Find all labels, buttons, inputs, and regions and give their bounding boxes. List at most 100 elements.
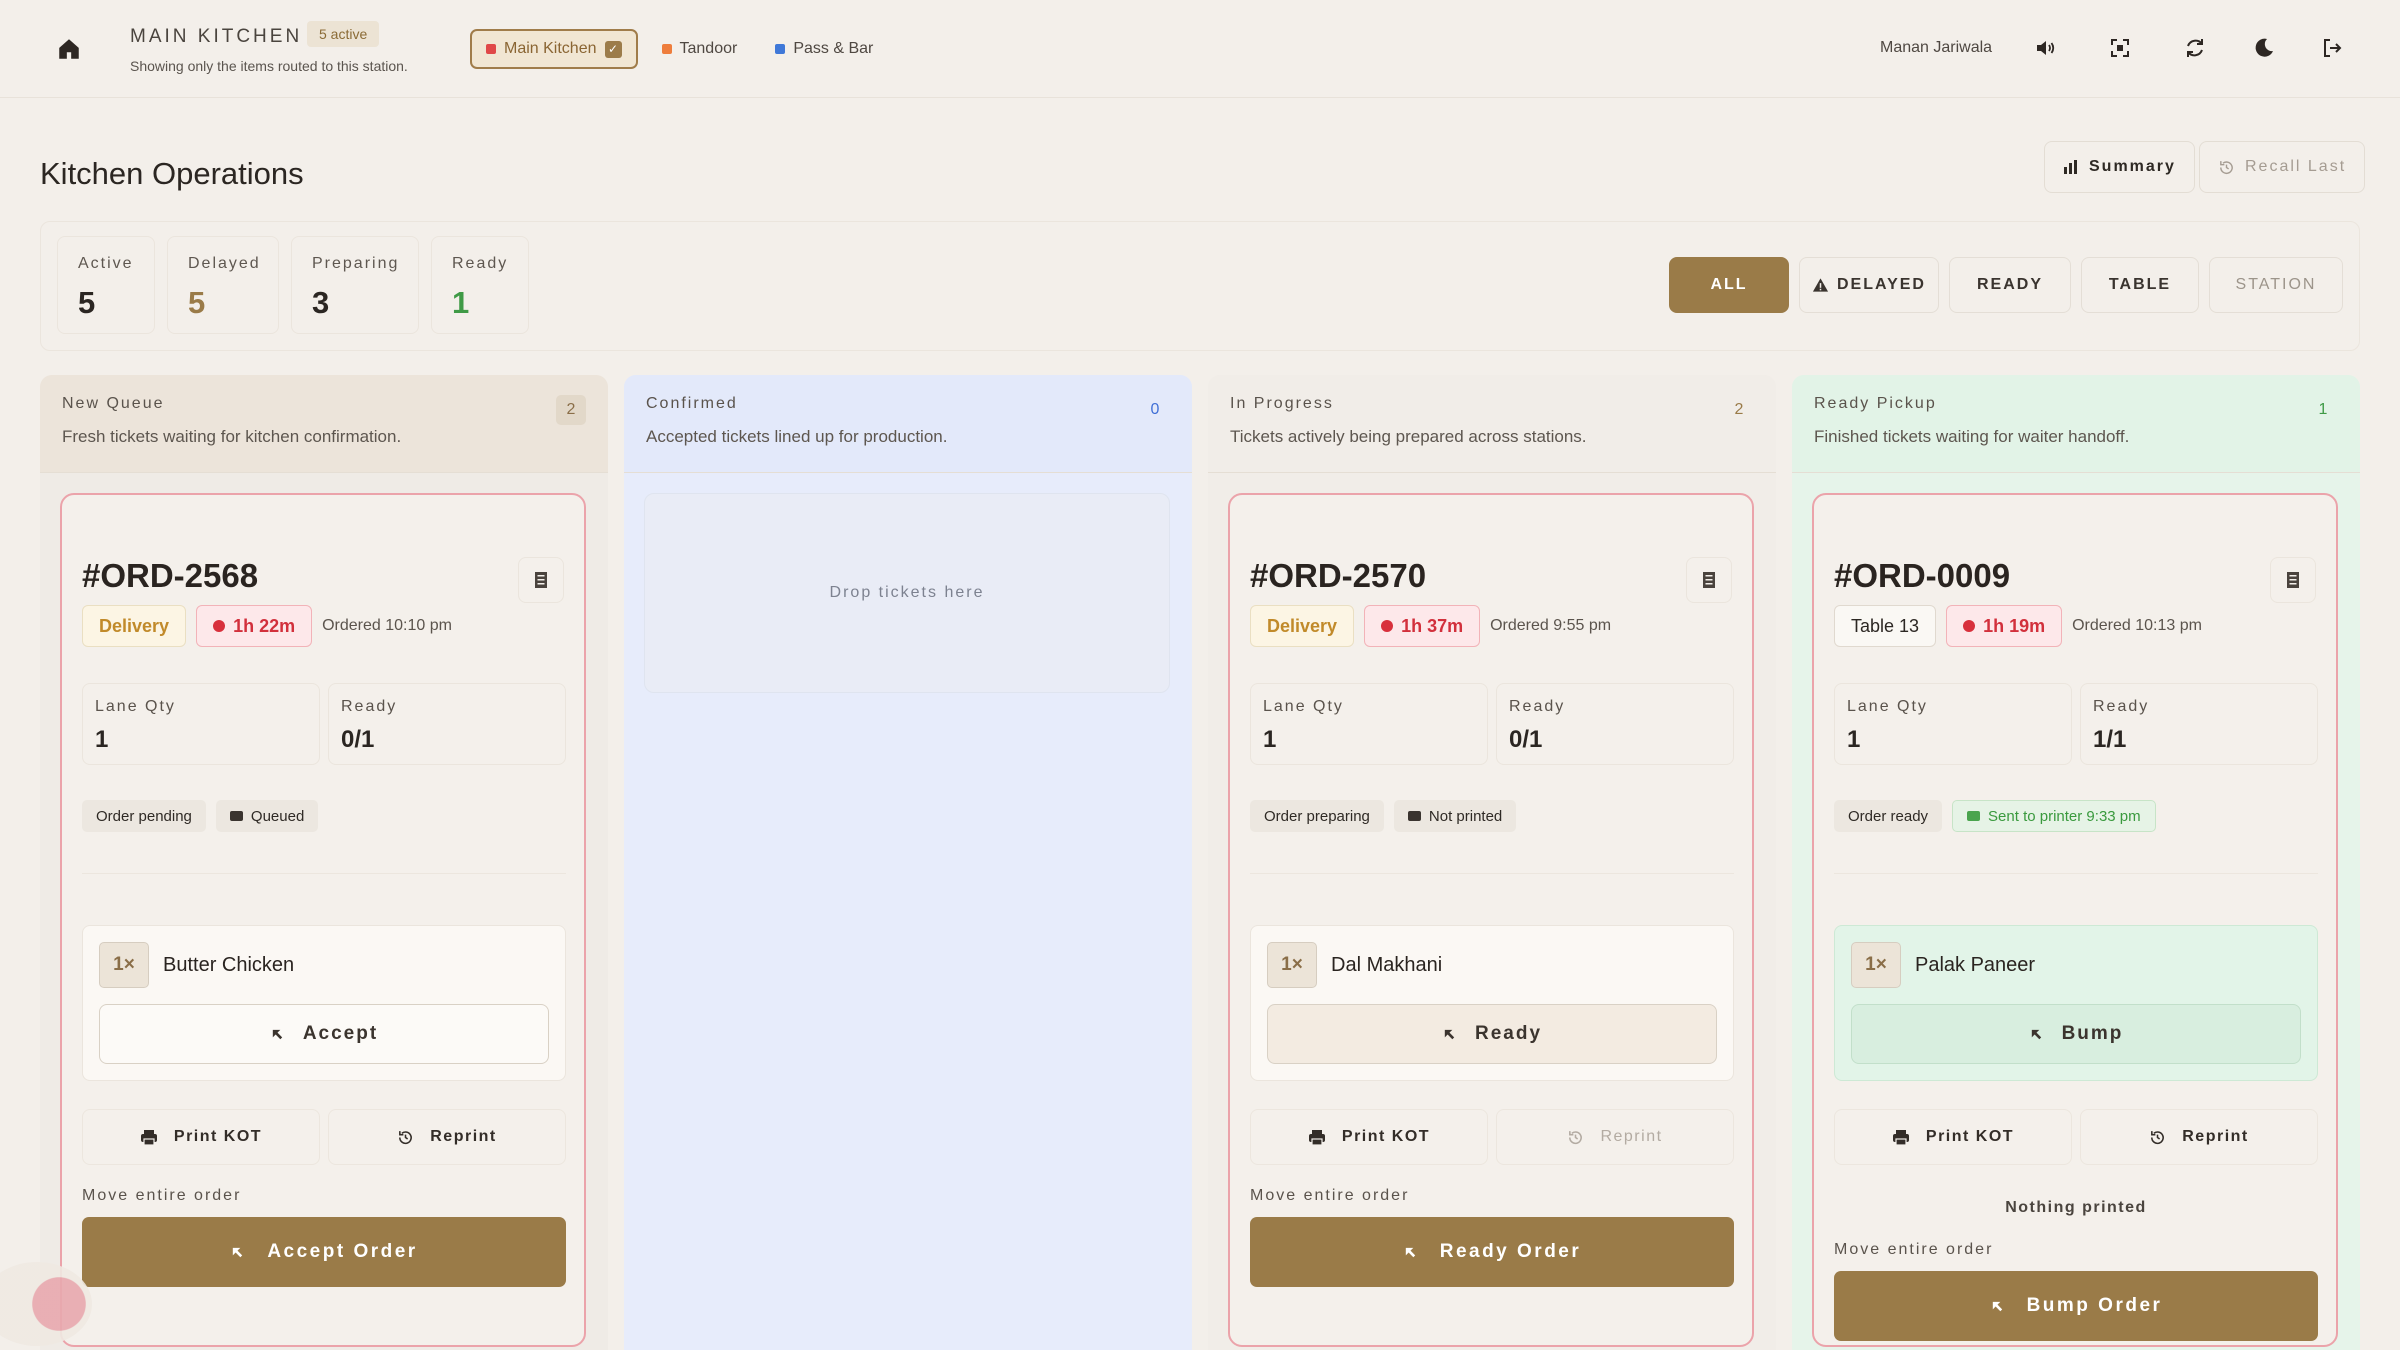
active-count-badge: 5 active (307, 21, 380, 47)
item-name: Palak Paneer (1915, 954, 2036, 976)
recall-last-button[interactable]: Recall Last (2199, 141, 2366, 193)
order-id: #ORD-0009 (1834, 557, 2011, 594)
divider (82, 873, 566, 874)
ready-item-button[interactable]: Ready (1267, 1004, 1717, 1064)
filter-table[interactable]: TABLE (2081, 257, 2199, 313)
moon-icon[interactable] (2252, 36, 2276, 60)
lane-qty-cell: Lane Qty 1 (82, 683, 320, 765)
station-color-swatch (661, 44, 672, 54)
chip-label: Queued (250, 807, 305, 825)
stat-label: Ready (452, 255, 509, 272)
station-tab-main-kitchen[interactable]: Main Kitchen ✓ (470, 29, 638, 69)
order-action-label: Ready Order (1439, 1241, 1582, 1262)
column-title: New Queue (62, 395, 165, 412)
printer-icon (1308, 1129, 1325, 1146)
order-card[interactable]: #ORD-0009 Table 13 1h 19m Ordered 10:13 … (1812, 493, 2338, 1347)
filter-delayed[interactable]: DELAYED (1799, 257, 1939, 313)
column-title: In Progress (1230, 395, 1334, 412)
chip-label: Order ready (1848, 807, 1929, 825)
ordered-time: Ordered 10:10 pm (322, 617, 452, 634)
order-card[interactable]: #ORD-2570 Delivery 1h 37m Ordered 9:55 p… (1228, 493, 1754, 1347)
order-id: #ORD-2570 (1250, 557, 1427, 594)
print-actions: Print KOT Reprint (1834, 1109, 2318, 1165)
column-header: New Queue Fresh tickets waiting for kitc… (40, 375, 608, 473)
print-kot-label: Print KOT (173, 1128, 263, 1145)
timer-tag: 1h 19m (1946, 605, 2063, 647)
logout-icon[interactable] (2320, 36, 2344, 60)
card-menu-button[interactable] (1686, 557, 1732, 603)
order-meta: Delivery 1h 37m Ordered 9:55 pm (1250, 605, 1611, 647)
volume-icon[interactable] (2034, 36, 2058, 60)
ready-label: Ready (341, 698, 398, 715)
summary-button[interactable]: Summary (2044, 141, 2195, 193)
fullscreen-icon[interactable] (2108, 36, 2132, 60)
home-icon[interactable] (56, 36, 82, 62)
ready-value: 0/1 (1509, 726, 1543, 753)
reprint-button[interactable]: Reprint (2080, 1109, 2318, 1165)
filter-station[interactable]: STATION (2209, 257, 2343, 313)
column-count: 0 (1150, 401, 1160, 418)
column-count: 1 (2318, 401, 2328, 418)
column-count: 2 (1734, 401, 1744, 418)
column-ready-pickup: Ready Pickup Finished tickets waiting fo… (1792, 375, 2360, 1350)
receipt-icon (535, 572, 547, 588)
order-status-chip: Order preparing (1250, 800, 1384, 832)
card-menu-button[interactable] (2270, 557, 2316, 603)
timer-value: 1h 22m (233, 615, 296, 636)
filter-label: ALL (1710, 276, 1748, 293)
arrow-up-left-icon (1992, 1301, 2002, 1311)
column-count: 2 (556, 395, 586, 425)
station-tab-pass-bar[interactable]: Pass & Bar (761, 29, 887, 69)
drop-zone[interactable]: Drop tickets here (644, 493, 1170, 693)
history-icon (399, 1130, 413, 1144)
bump-item-button[interactable]: Bump (1851, 1004, 2301, 1064)
column-description: Fresh tickets waiting for kitchen confir… (62, 427, 402, 446)
ready-cell: Ready 0/1 (1496, 683, 1734, 765)
status-chips: Order preparing Not printed (1250, 800, 1517, 832)
print-kot-button[interactable]: Print KOT (1834, 1109, 2072, 1165)
ready-order-button[interactable]: Ready Order (1250, 1217, 1734, 1287)
user-name: Manan Jariwala (1880, 39, 1993, 56)
chip-label: Sent to printer 9:33 pm (1988, 807, 2141, 825)
timer-value: 1h 19m (1983, 615, 2046, 636)
arrow-up-left-icon (2031, 1029, 2041, 1039)
reprint-button[interactable]: Reprint (328, 1109, 566, 1165)
receipt-icon (2287, 572, 2299, 588)
filter-all[interactable]: ALL (1669, 257, 1789, 313)
item-action-label: Ready (1474, 1023, 1543, 1044)
filter-label: STATION (2235, 276, 2317, 293)
reprint-button[interactable]: Reprint (1496, 1109, 1734, 1165)
page-title: Kitchen Operations (40, 156, 304, 191)
refresh-icon[interactable] (2183, 36, 2207, 60)
print-kot-button[interactable]: Print KOT (1250, 1109, 1488, 1165)
column-description: Accepted tickets lined up for production… (646, 427, 948, 446)
order-meta: Table 13 1h 19m Ordered 10:13 pm (1834, 605, 2202, 647)
summary-label: Summary (2089, 158, 2176, 175)
bump-order-button[interactable]: Bump Order (1834, 1271, 2318, 1341)
station-tab-tandoor[interactable]: Tandoor (648, 29, 752, 69)
history-icon (2151, 1130, 2165, 1144)
print-kot-label: Print KOT (1341, 1128, 1431, 1145)
ordered-time: Ordered 9:55 pm (1490, 617, 1612, 634)
ready-cell: Ready 0/1 (328, 683, 566, 765)
stat-value: 1 (452, 285, 470, 320)
accept-order-button[interactable]: Accept Order (82, 1217, 566, 1287)
ready-cell: Ready 1/1 (2080, 683, 2318, 765)
stat-label: Active (78, 255, 134, 272)
order-card[interactable]: #ORD-2568 Delivery 1h 22m Ordered 10:10 … (60, 493, 586, 1347)
station-subtitle: Showing only the items routed to this st… (130, 58, 408, 74)
stat-label: Delayed (188, 255, 261, 272)
order-action-label: Accept Order (267, 1241, 418, 1262)
info-grid: Lane Qty 1 Ready 1/1 (1834, 683, 2318, 765)
print-kot-button[interactable]: Print KOT (82, 1109, 320, 1165)
reprint-label: Reprint (430, 1128, 497, 1145)
station-tab-label: Tandoor (679, 40, 738, 57)
stat-ready: Ready 1 (431, 236, 529, 334)
print-status-chip: Sent to printer 9:33 pm (1952, 800, 2156, 832)
item-name: Butter Chicken (163, 954, 295, 976)
info-grid: Lane Qty 1 Ready 0/1 (1250, 683, 1734, 765)
filter-ready[interactable]: READY (1949, 257, 2071, 313)
card-menu-button[interactable] (518, 557, 564, 603)
accept-item-button[interactable]: Accept (99, 1004, 549, 1064)
order-type-tag: Delivery (1250, 605, 1355, 647)
